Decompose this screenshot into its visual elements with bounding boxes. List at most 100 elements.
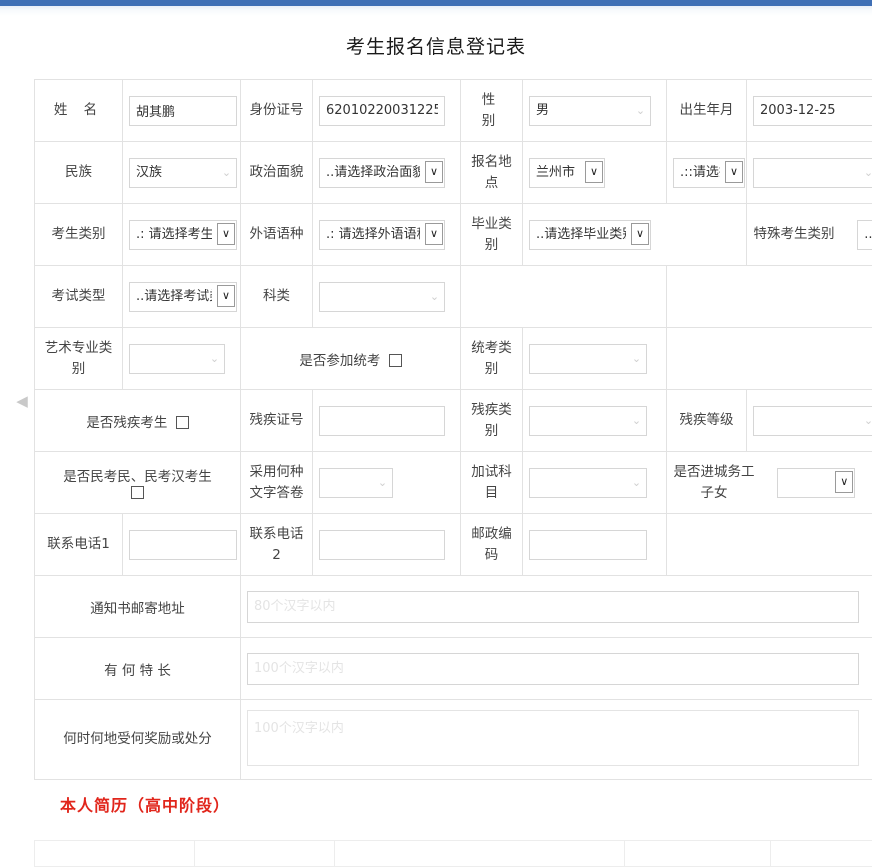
register-school-select-wrap: ⌄ (753, 158, 872, 188)
awards-textarea[interactable] (247, 710, 859, 766)
field-political-status: ..请选择政治面貌 ∨ (313, 142, 461, 204)
form-row-art: 艺术专业类别 ⌄ 是否参加统考 统考类别 ⌄ (35, 328, 872, 390)
graduation-type-select[interactable]: ..请选择毕业类别 (529, 220, 651, 250)
field-gender: 男 ⌄ (523, 80, 667, 142)
is-disabled-checkbox[interactable] (176, 416, 189, 429)
field-phone1 (123, 514, 241, 576)
ethnicity-select[interactable]: 汉族 (129, 158, 237, 188)
foreign-language-select-wrap: .: 请选择外语语种 ∨ (319, 220, 445, 250)
unified-exam-type-select-wrap: ⌄ (529, 344, 647, 374)
label-phone2: 联系电话2 (241, 514, 313, 576)
field-candidate-type: .: 请选择考生类别 ∨ (123, 204, 241, 266)
candidate-type-select[interactable]: .: 请选择考生类别 (129, 220, 237, 250)
migrant-child-select[interactable] (777, 468, 855, 498)
label-mail-address: 通知书邮寄地址 (35, 576, 241, 638)
unified-exam-type-select[interactable] (529, 344, 647, 374)
label-candidate-type: 考生类别 (35, 204, 123, 266)
id-number-input[interactable] (319, 96, 445, 126)
postcode-input[interactable] (529, 530, 647, 560)
gender-select[interactable]: 男 (529, 96, 651, 126)
political-status-select-wrap: ..请选择政治面貌 ∨ (319, 158, 445, 188)
extra-subject-select[interactable] (529, 468, 647, 498)
register-city-select[interactable]: 兰州市 (529, 158, 605, 188)
field-graduation-type: ..请选择毕业类别 ∨ (523, 204, 747, 266)
label-extra-subject: 加试科目 (461, 452, 523, 514)
subject-category-select[interactable] (319, 282, 445, 312)
register-school-select[interactable] (753, 158, 872, 188)
specialty-input[interactable] (247, 653, 859, 685)
art-major-select-wrap: ⌄ (129, 344, 225, 374)
resume-header-row (35, 841, 872, 867)
label-id-number: 身份证号 (241, 80, 313, 142)
mail-address-input[interactable] (247, 591, 859, 623)
field-awards (241, 700, 872, 780)
resume-top-padding (34, 824, 872, 840)
field-unified-exam-type: ⌄ (523, 328, 667, 390)
label-register-place: 报名地点 (461, 142, 523, 204)
field-exam-type: ..请选择考试类型 ∨ (123, 266, 241, 328)
special-type-select[interactable]: ..请选择特殊考生类别 (857, 220, 872, 250)
label-foreign-language: 外语语种 (241, 204, 313, 266)
resume-section (0, 824, 872, 867)
label-name: 姓 名 (35, 80, 123, 142)
field-disability-cert (313, 390, 461, 452)
birth-date-input[interactable] (753, 96, 872, 126)
answer-language-select[interactable] (319, 468, 393, 498)
resume-col-4 (771, 841, 872, 867)
answer-language-select-wrap: ⌄ (319, 468, 393, 498)
field-is-disabled: 是否残疾考生 (35, 390, 241, 452)
ethnicity-select-wrap: 汉族 ⌄ (129, 158, 237, 188)
resume-col-0 (35, 841, 195, 867)
page-title: 考生报名信息登记表 (0, 16, 872, 79)
field-foreign-language: .: 请选择外语语种 ∨ (313, 204, 461, 266)
form-row-categories: 考生类别 .: 请选择考生类别 ∨ 外语语种 .: 请选择外语语种 ∨ 毕业类别 (35, 204, 872, 266)
join-unified-exam-checkbox[interactable] (389, 354, 402, 367)
sidebar-collapse-handle[interactable]: ◀ (16, 390, 28, 412)
art-major-select[interactable] (129, 344, 225, 374)
label-phone1: 联系电话1 (35, 514, 123, 576)
extra-subject-select-wrap: ⌄ (529, 468, 647, 498)
resume-col-2 (335, 841, 625, 867)
field-id-number (313, 80, 461, 142)
disability-cert-input[interactable] (319, 406, 445, 436)
subject-category-select-wrap: ⌄ (319, 282, 445, 312)
phone1-input[interactable] (129, 530, 237, 560)
label-birth-date: 出生年月 (667, 80, 747, 142)
name-input[interactable] (129, 96, 237, 126)
label-specialty: 有 何 特 长 (35, 638, 241, 700)
label-disability-level: 残疾等级 (667, 390, 747, 452)
label-postcode: 邮政编码 (461, 514, 523, 576)
minority-exam-checkbox[interactable] (131, 486, 144, 499)
register-district-select[interactable]: .::请选择 (673, 158, 745, 188)
spacer-cell-exam-row-a (461, 266, 667, 328)
field-register-place-city: 兰州市 ∨ (523, 142, 667, 204)
label-gender: 性 别 (461, 80, 523, 142)
disability-type-select[interactable] (529, 406, 647, 436)
disability-level-select[interactable] (753, 406, 872, 436)
phone2-input[interactable] (319, 530, 445, 560)
resume-section-title: 本人简历（高中阶段） (0, 780, 872, 824)
field-birth-date (747, 80, 872, 142)
register-city-select-wrap: 兰州市 ∨ (529, 158, 605, 188)
form-row-disability: 是否残疾考生 残疾证号 残疾类别 ⌄ 残疾等级 ⌄ (35, 390, 872, 452)
field-join-unified-exam: 是否参加统考 (241, 328, 461, 390)
migrant-child-select-wrap: ∨ (777, 468, 855, 498)
label-is-disabled: 是否残疾考生 (86, 415, 167, 431)
field-subject-category: ⌄ (313, 266, 461, 328)
political-status-select[interactable]: ..请选择政治面貌 (319, 158, 445, 188)
label-disability-type: 残疾类别 (461, 390, 523, 452)
disability-level-select-wrap: ⌄ (753, 406, 872, 436)
form-row-awards: 何时何地受何奖励或处分 (35, 700, 872, 780)
label-art-major: 艺术专业类别 (35, 328, 123, 390)
field-name (123, 80, 241, 142)
graduation-type-select-wrap: ..请选择毕业类别 ∨ (529, 220, 651, 250)
field-art-major: ⌄ (123, 328, 241, 390)
field-postcode (523, 514, 667, 576)
field-special-type: 特殊考生类别 ..请选择特殊考生类别 ∨ (747, 204, 872, 266)
foreign-language-select[interactable]: .: 请选择外语语种 (319, 220, 445, 250)
triangle-left-icon: ◀ (16, 394, 28, 409)
exam-type-select[interactable]: ..请选择考试类型 (129, 282, 237, 312)
field-extra-subject: ⌄ (523, 452, 667, 514)
label-graduation-type: 毕业类别 (461, 204, 523, 266)
label-ethnicity: 民族 (35, 142, 123, 204)
